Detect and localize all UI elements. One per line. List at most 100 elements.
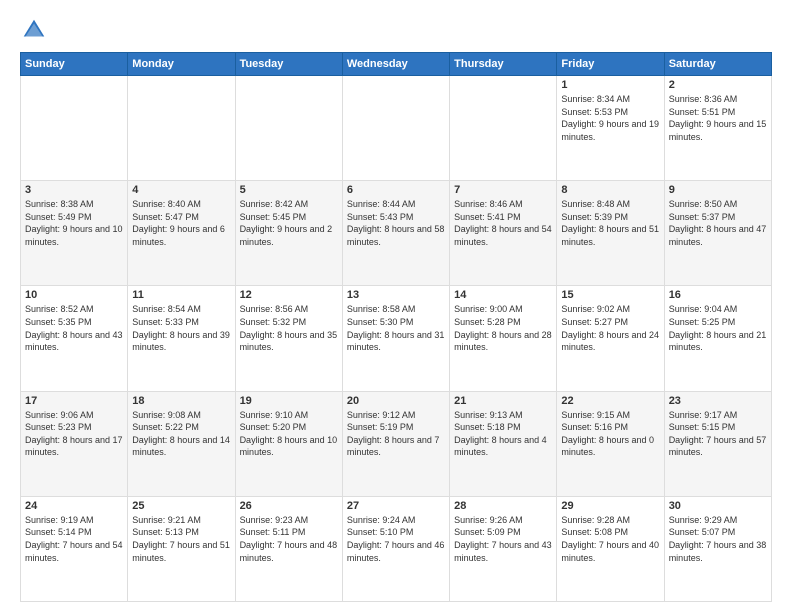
day-cell: 2 Sunrise: 8:36 AM Sunset: 5:51 PM Daylig… bbox=[664, 76, 771, 181]
day-cell: 13Sunrise: 8:58 AM Sunset: 5:30 PM Dayli… bbox=[342, 286, 449, 391]
header bbox=[20, 16, 772, 44]
day-cell: 5 Sunrise: 8:42 AM Sunset: 5:45 PM Daylig… bbox=[235, 181, 342, 286]
day-number: 4 bbox=[132, 184, 230, 196]
day-cell: 30 Sunrise: 9:29 AM Sunset: 5:07 PM Dayli… bbox=[664, 496, 771, 601]
day-number: 5 bbox=[240, 184, 338, 196]
day-number: 29 bbox=[561, 500, 659, 512]
day-cell: 26Sunrise: 9:23 AM Sunset: 5:11 PM Dayli… bbox=[235, 496, 342, 601]
day-cell: 9 Sunrise: 8:50 AM Sunset: 5:37 PM Daylig… bbox=[664, 181, 771, 286]
day-content: Sunrise: 8:38 AM Sunset: 5:49 PM Dayligh… bbox=[25, 198, 123, 248]
day-number: 12 bbox=[240, 289, 338, 301]
day-number: 27 bbox=[347, 500, 445, 512]
day-cell: 15Sunrise: 9:02 AM Sunset: 5:27 PM Dayli… bbox=[557, 286, 664, 391]
day-number: 7 bbox=[454, 184, 552, 196]
day-number: 17 bbox=[25, 395, 123, 407]
day-content: Sunrise: 9:21 AM Sunset: 5:13 PM Dayligh… bbox=[132, 514, 230, 564]
day-number: 11 bbox=[132, 289, 230, 301]
day-number: 28 bbox=[454, 500, 552, 512]
calendar-table: SundayMondayTuesdayWednesdayThursdayFrid… bbox=[20, 52, 772, 602]
day-cell bbox=[21, 76, 128, 181]
day-header-sunday: Sunday bbox=[21, 53, 128, 76]
day-content: Sunrise: 9:10 AM Sunset: 5:20 PM Dayligh… bbox=[240, 409, 338, 459]
day-header-saturday: Saturday bbox=[664, 53, 771, 76]
day-number: 20 bbox=[347, 395, 445, 407]
day-number: 16 bbox=[669, 289, 767, 301]
day-header-tuesday: Tuesday bbox=[235, 53, 342, 76]
day-content: Sunrise: 9:00 AM Sunset: 5:28 PM Dayligh… bbox=[454, 303, 552, 353]
day-number: 23 bbox=[669, 395, 767, 407]
day-number: 26 bbox=[240, 500, 338, 512]
day-content: Sunrise: 9:29 AM Sunset: 5:07 PM Dayligh… bbox=[669, 514, 767, 564]
day-content: Sunrise: 9:15 AM Sunset: 5:16 PM Dayligh… bbox=[561, 409, 659, 459]
day-content: Sunrise: 8:42 AM Sunset: 5:45 PM Dayligh… bbox=[240, 198, 338, 248]
day-number: 14 bbox=[454, 289, 552, 301]
day-number: 25 bbox=[132, 500, 230, 512]
day-cell: 1 Sunrise: 8:34 AM Sunset: 5:53 PM Daylig… bbox=[557, 76, 664, 181]
logo-icon bbox=[20, 16, 48, 44]
day-content: Sunrise: 9:08 AM Sunset: 5:22 PM Dayligh… bbox=[132, 409, 230, 459]
day-cell: 11 Sunrise: 8:54 AM Sunset: 5:33 PM Dayli… bbox=[128, 286, 235, 391]
day-cell: 24Sunrise: 9:19 AM Sunset: 5:14 PM Dayli… bbox=[21, 496, 128, 601]
day-content: Sunrise: 8:40 AM Sunset: 5:47 PM Dayligh… bbox=[132, 198, 230, 248]
day-content: Sunrise: 9:28 AM Sunset: 5:08 PM Dayligh… bbox=[561, 514, 659, 564]
day-cell: 29 Sunrise: 9:28 AM Sunset: 5:08 PM Dayli… bbox=[557, 496, 664, 601]
day-cell: 18 Sunrise: 9:08 AM Sunset: 5:22 PM Dayli… bbox=[128, 391, 235, 496]
day-content: Sunrise: 8:36 AM Sunset: 5:51 PM Dayligh… bbox=[669, 93, 767, 143]
day-number: 10 bbox=[25, 289, 123, 301]
week-row-5: 24Sunrise: 9:19 AM Sunset: 5:14 PM Dayli… bbox=[21, 496, 772, 601]
day-content: Sunrise: 8:56 AM Sunset: 5:32 PM Dayligh… bbox=[240, 303, 338, 353]
day-header-wednesday: Wednesday bbox=[342, 53, 449, 76]
day-cell: 27 Sunrise: 9:24 AM Sunset: 5:10 PM Dayli… bbox=[342, 496, 449, 601]
day-cell: 3 Sunrise: 8:38 AM Sunset: 5:49 PM Daylig… bbox=[21, 181, 128, 286]
calendar-header: SundayMondayTuesdayWednesdayThursdayFrid… bbox=[21, 53, 772, 76]
day-cell: 4 Sunrise: 8:40 AM Sunset: 5:47 PM Daylig… bbox=[128, 181, 235, 286]
day-content: Sunrise: 8:44 AM Sunset: 5:43 PM Dayligh… bbox=[347, 198, 445, 248]
day-number: 18 bbox=[132, 395, 230, 407]
day-number: 3 bbox=[25, 184, 123, 196]
day-header-friday: Friday bbox=[557, 53, 664, 76]
day-number: 21 bbox=[454, 395, 552, 407]
day-cell: 10 Sunrise: 8:52 AM Sunset: 5:35 PM Dayli… bbox=[21, 286, 128, 391]
day-number: 1 bbox=[561, 79, 659, 91]
day-number: 2 bbox=[669, 79, 767, 91]
logo bbox=[20, 16, 52, 44]
day-cell: 21 Sunrise: 9:13 AM Sunset: 5:18 PM Dayli… bbox=[450, 391, 557, 496]
day-cell bbox=[128, 76, 235, 181]
day-content: Sunrise: 9:17 AM Sunset: 5:15 PM Dayligh… bbox=[669, 409, 767, 459]
day-content: Sunrise: 8:48 AM Sunset: 5:39 PM Dayligh… bbox=[561, 198, 659, 248]
day-number: 30 bbox=[669, 500, 767, 512]
day-cell: 8 Sunrise: 8:48 AM Sunset: 5:39 PM Daylig… bbox=[557, 181, 664, 286]
day-content: Sunrise: 9:24 AM Sunset: 5:10 PM Dayligh… bbox=[347, 514, 445, 564]
week-row-3: 10 Sunrise: 8:52 AM Sunset: 5:35 PM Dayli… bbox=[21, 286, 772, 391]
page: SundayMondayTuesdayWednesdayThursdayFrid… bbox=[0, 0, 792, 612]
day-cell: 14 Sunrise: 9:00 AM Sunset: 5:28 PM Dayli… bbox=[450, 286, 557, 391]
day-cell: 6 Sunrise: 8:44 AM Sunset: 5:43 PM Daylig… bbox=[342, 181, 449, 286]
day-content: Sunrise: 9:13 AM Sunset: 5:18 PM Dayligh… bbox=[454, 409, 552, 459]
day-number: 9 bbox=[669, 184, 767, 196]
day-number: 6 bbox=[347, 184, 445, 196]
day-cell: 23 Sunrise: 9:17 AM Sunset: 5:15 PM Dayli… bbox=[664, 391, 771, 496]
day-number: 8 bbox=[561, 184, 659, 196]
day-content: Sunrise: 8:52 AM Sunset: 5:35 PM Dayligh… bbox=[25, 303, 123, 353]
week-row-2: 3 Sunrise: 8:38 AM Sunset: 5:49 PM Daylig… bbox=[21, 181, 772, 286]
day-content: Sunrise: 8:54 AM Sunset: 5:33 PM Dayligh… bbox=[132, 303, 230, 353]
day-content: Sunrise: 9:06 AM Sunset: 5:23 PM Dayligh… bbox=[25, 409, 123, 459]
day-content: Sunrise: 9:04 AM Sunset: 5:25 PM Dayligh… bbox=[669, 303, 767, 353]
day-cell: 22 Sunrise: 9:15 AM Sunset: 5:16 PM Dayli… bbox=[557, 391, 664, 496]
calendar-body: 1 Sunrise: 8:34 AM Sunset: 5:53 PM Daylig… bbox=[21, 76, 772, 602]
day-cell: 7Sunrise: 8:46 AM Sunset: 5:41 PM Daylig… bbox=[450, 181, 557, 286]
day-content: Sunrise: 8:50 AM Sunset: 5:37 PM Dayligh… bbox=[669, 198, 767, 248]
day-content: Sunrise: 9:19 AM Sunset: 5:14 PM Dayligh… bbox=[25, 514, 123, 564]
day-cell bbox=[450, 76, 557, 181]
day-content: Sunrise: 8:34 AM Sunset: 5:53 PM Dayligh… bbox=[561, 93, 659, 143]
day-cell: 17 Sunrise: 9:06 AM Sunset: 5:23 PM Dayli… bbox=[21, 391, 128, 496]
day-number: 22 bbox=[561, 395, 659, 407]
day-cell: 28 Sunrise: 9:26 AM Sunset: 5:09 PM Dayli… bbox=[450, 496, 557, 601]
day-number: 15 bbox=[561, 289, 659, 301]
day-cell: 19Sunrise: 9:10 AM Sunset: 5:20 PM Dayli… bbox=[235, 391, 342, 496]
day-content: Sunrise: 9:12 AM Sunset: 5:19 PM Dayligh… bbox=[347, 409, 445, 459]
day-content: Sunrise: 9:26 AM Sunset: 5:09 PM Dayligh… bbox=[454, 514, 552, 564]
day-cell: 25 Sunrise: 9:21 AM Sunset: 5:13 PM Dayli… bbox=[128, 496, 235, 601]
header-row: SundayMondayTuesdayWednesdayThursdayFrid… bbox=[21, 53, 772, 76]
week-row-1: 1 Sunrise: 8:34 AM Sunset: 5:53 PM Daylig… bbox=[21, 76, 772, 181]
